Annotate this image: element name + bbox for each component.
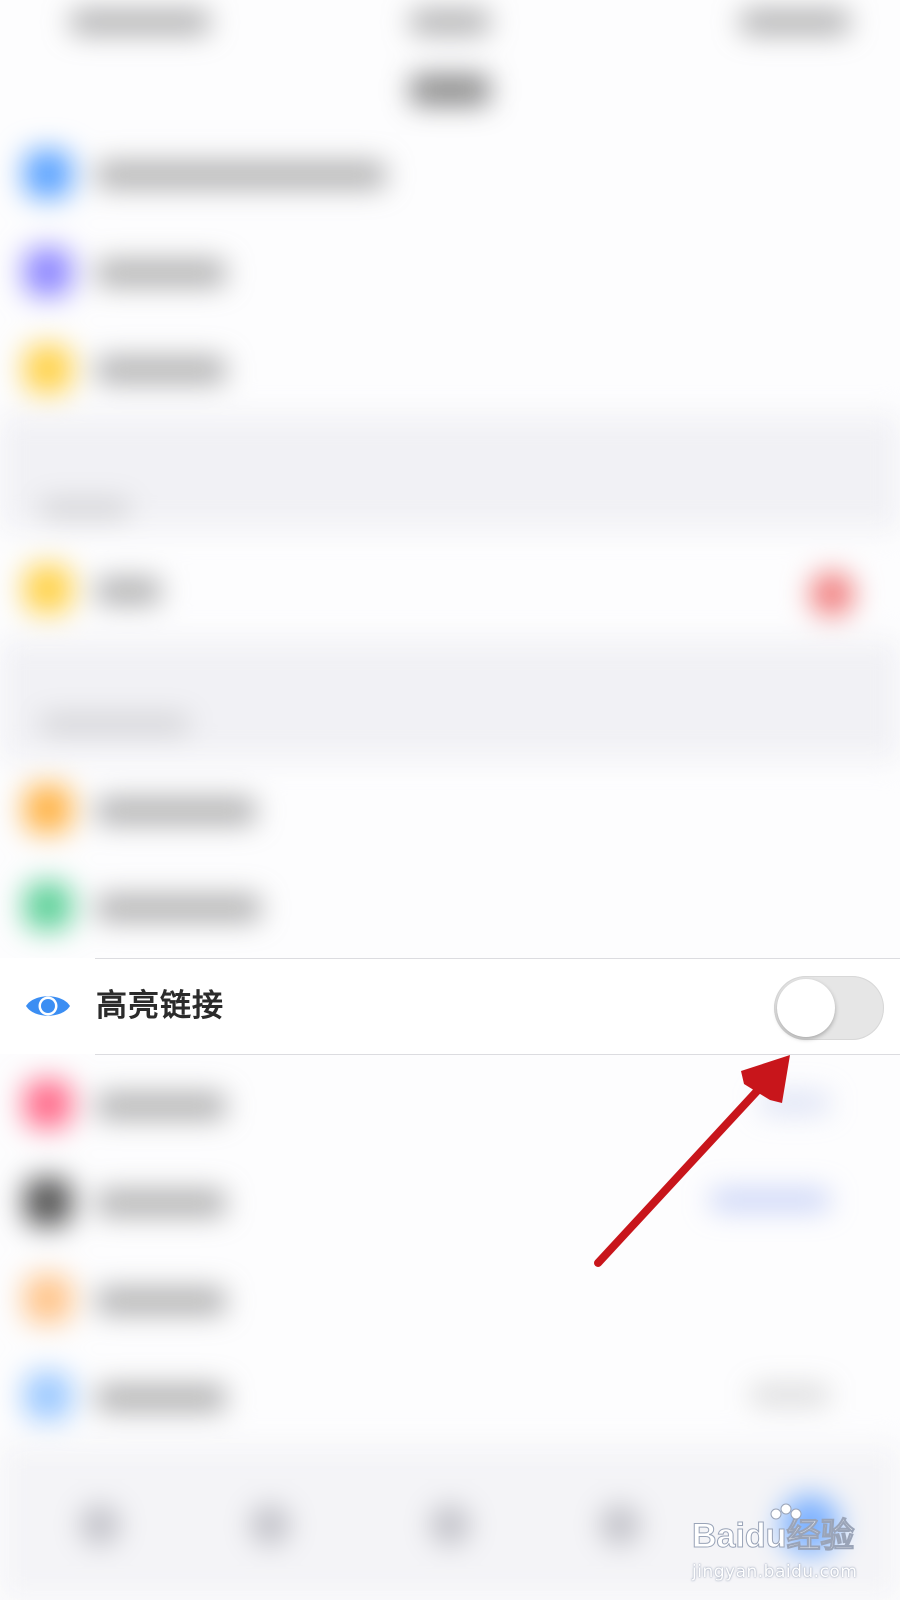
watermark-url: jingyan.baidu.com <box>692 1562 858 1582</box>
row-bottom-divider <box>95 1054 900 1055</box>
settings-screen: 高亮链接 Baidu经验 jingyan.baidu.com <box>0 0 900 1600</box>
toggle-knob[interactable] <box>777 979 835 1037</box>
watermark-brand: Baidu经验 <box>692 1516 854 1555</box>
highlight-links-label: 高亮链接 <box>96 988 224 1024</box>
highlight-links-row[interactable]: 高亮链接 <box>0 958 900 1055</box>
row-top-divider <box>95 958 900 959</box>
blurred-background <box>0 0 900 1600</box>
highlight-links-toggle[interactable] <box>774 976 884 1040</box>
paw-icon: Baidu经验 <box>692 1503 855 1556</box>
eye-icon <box>24 985 72 1027</box>
baidu-watermark: Baidu经验 jingyan.baidu.com <box>690 1500 890 1590</box>
